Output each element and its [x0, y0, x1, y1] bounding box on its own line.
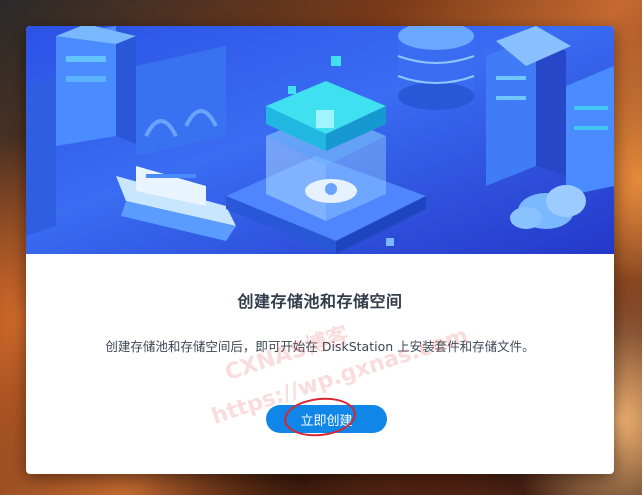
floating-cube [386, 238, 394, 246]
dialog-description: 创建存储池和存储空间后，即可开始在 DiskStation 上安装套件和存储文件… [105, 339, 535, 354]
database-illustration [397, 26, 475, 110]
storage-illustration-banner [26, 26, 614, 254]
isometric-city-illustration [26, 26, 614, 254]
create-now-button[interactable]: 立即创建 [266, 405, 387, 433]
storage-platform-illustration [226, 81, 426, 254]
floating-cube [288, 86, 296, 94]
dialog-title: 创建存储池和存储空间 [237, 292, 403, 311]
ship-illustration [116, 166, 236, 241]
floating-cube [331, 56, 341, 66]
create-storage-dialog: 创建存储池和存储空间 创建存储池和存储空间后，即可开始在 DiskStation… [26, 26, 614, 474]
cloud-illustration [510, 185, 586, 229]
right-buildings-illustration [486, 26, 614, 196]
